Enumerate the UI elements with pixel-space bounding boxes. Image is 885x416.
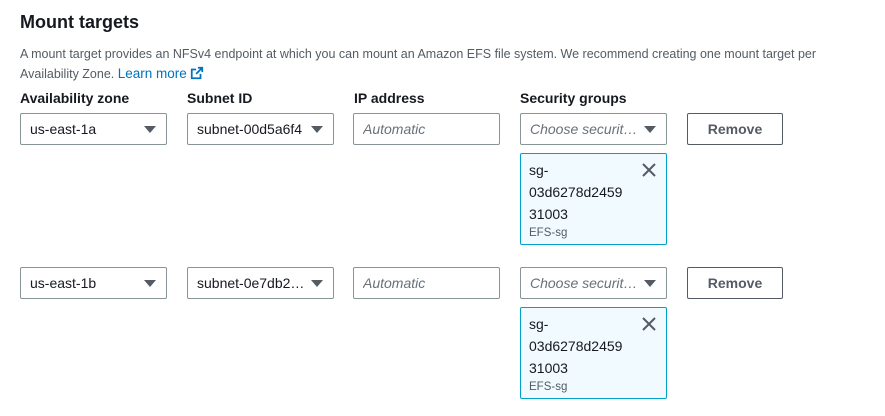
column-header-sg: Security groups — [520, 90, 627, 106]
learn-more-link[interactable]: Learn more — [118, 66, 204, 81]
security-group-token: sg- 03d6278d2459 31003 EFS-sg — [520, 307, 667, 399]
caret-down-icon — [144, 126, 156, 133]
token-id-line-3: 31003 — [529, 206, 568, 222]
availability-zone-value: us-east-1a — [30, 121, 97, 137]
ip-address-input[interactable] — [353, 113, 500, 145]
subnet-value: subnet-0e7db2a1 — [197, 275, 305, 291]
close-icon[interactable] — [641, 162, 657, 178]
security-groups-placeholder: Choose security groups — [530, 275, 638, 291]
security-groups-select[interactable]: Choose security groups — [520, 113, 667, 145]
caret-down-icon — [644, 126, 656, 133]
token-id-line-2: 03d6278d2459 — [529, 184, 623, 200]
section-description: A mount target provides an NFSv4 endpoin… — [20, 44, 875, 84]
learn-more-label: Learn more — [117, 66, 187, 81]
token-id-line-3: 31003 — [529, 360, 568, 376]
caret-down-icon — [144, 280, 156, 287]
column-header-az: Availability zone — [20, 90, 130, 106]
section-title: Mount targets — [20, 12, 139, 32]
security-group-token: sg- 03d6278d2459 31003 EFS-sg — [520, 153, 667, 245]
remove-button[interactable]: Remove — [687, 113, 783, 145]
token-name: EFS-sg — [529, 381, 568, 393]
security-groups-select[interactable]: Choose security groups — [520, 267, 667, 299]
column-header-ip: IP address — [354, 90, 425, 106]
availability-zone-select[interactable]: us-east-1a — [20, 113, 167, 145]
caret-down-icon — [311, 280, 323, 287]
token-id-line-1: sg- — [529, 316, 549, 332]
subnet-select[interactable]: subnet-0e7db2a1 — [187, 267, 334, 299]
security-groups-placeholder: Choose security groups — [530, 121, 638, 137]
remove-button[interactable]: Remove — [687, 267, 783, 299]
availability-zone-select[interactable]: us-east-1b — [20, 267, 167, 299]
close-icon[interactable] — [641, 316, 657, 332]
token-id-line-1: sg- — [529, 162, 549, 178]
token-name: EFS-sg — [529, 227, 568, 239]
external-link-icon — [190, 66, 203, 80]
subnet-value: subnet-00d5a6f4 — [197, 121, 303, 137]
caret-down-icon — [311, 126, 323, 133]
caret-down-icon — [644, 280, 656, 287]
ip-address-input[interactable] — [353, 267, 500, 299]
availability-zone-value: us-east-1b — [30, 275, 97, 291]
token-id-line-2: 03d6278d2459 — [529, 338, 623, 354]
column-header-subnet: Subnet ID — [187, 90, 253, 106]
subnet-select[interactable]: subnet-00d5a6f4 — [187, 113, 334, 145]
